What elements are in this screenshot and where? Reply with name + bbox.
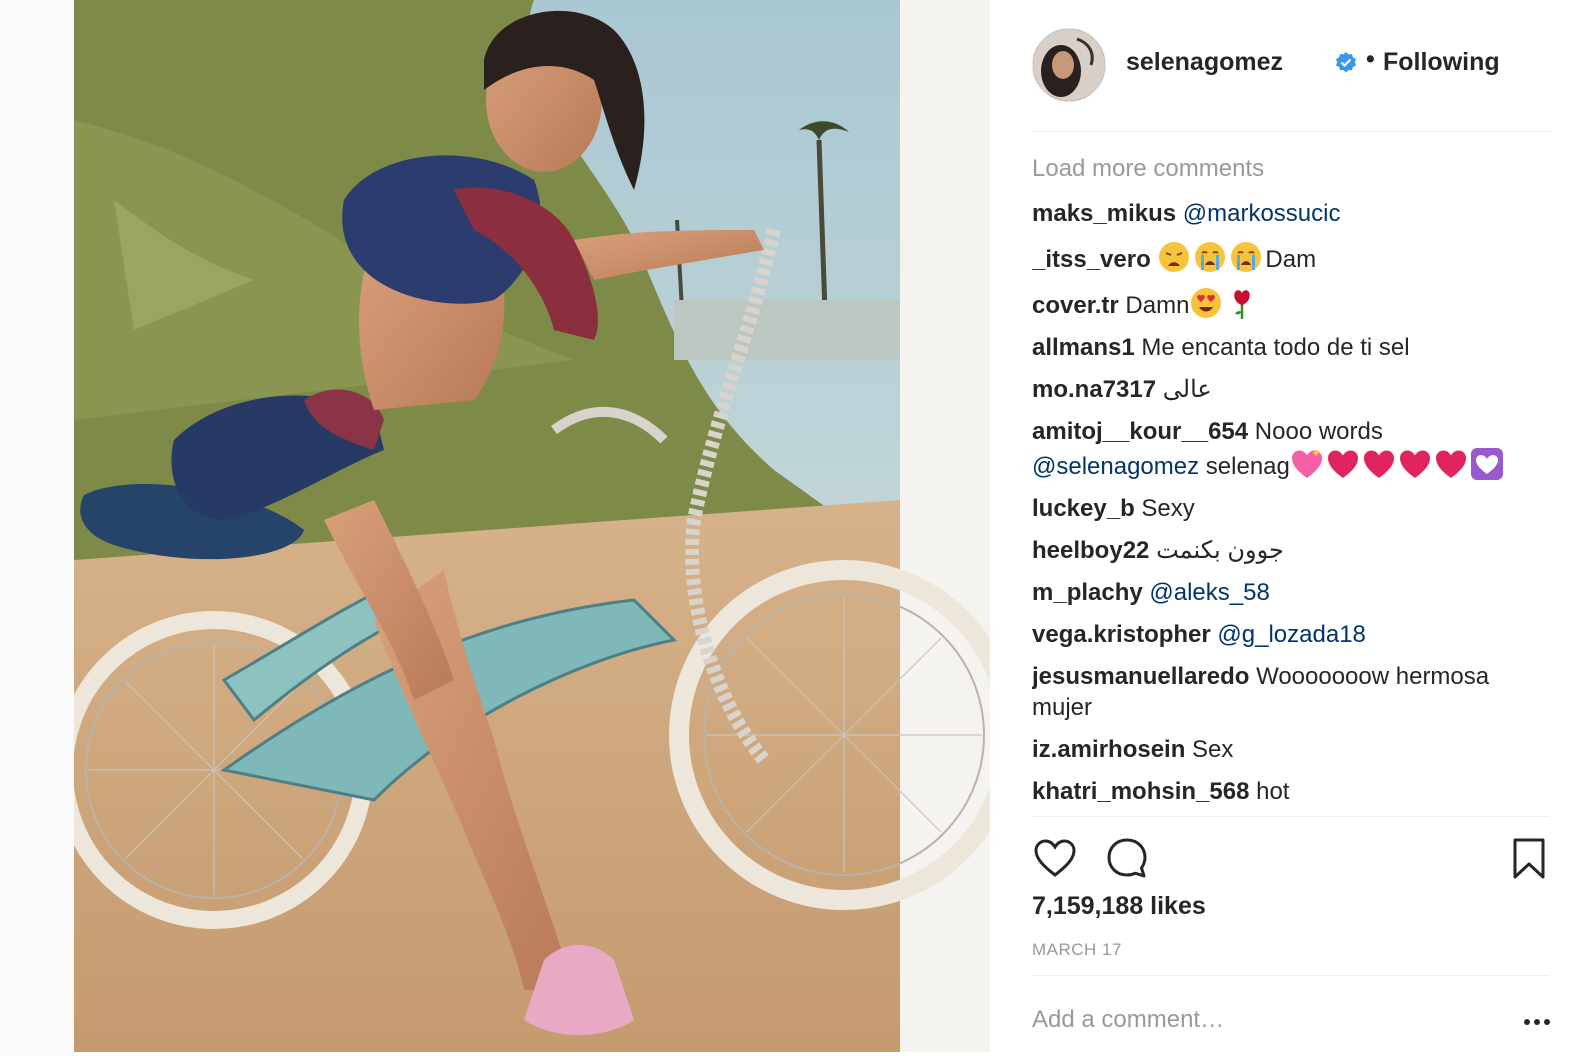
red-heart-emoji — [1399, 450, 1430, 478]
comment-text: hot — [1256, 778, 1290, 805]
bookmark-icon[interactable] — [1506, 836, 1552, 882]
comments-list: maks_mikus @markossucic _itss_vero Dam cov… — [1032, 198, 1552, 816]
comment-item: mo.na7317 عالی — [1032, 374, 1552, 405]
comment-item: m_plachy @aleks_58 — [1032, 577, 1552, 608]
comment-item: amitoj__kour__654 Nooo words @selenagome… — [1032, 416, 1552, 482]
verified-badge-icon — [1336, 52, 1356, 73]
heart-icon[interactable] — [1032, 836, 1078, 882]
comment-username[interactable]: m_plachy — [1032, 579, 1143, 606]
purple-heart-emoji — [1470, 448, 1503, 480]
more-options-icon[interactable] — [1522, 1012, 1552, 1032]
comment-text: Sexy — [1141, 495, 1195, 522]
comment-item: heelboy22 جوون بكنمت — [1032, 535, 1552, 566]
comment-item: luckey_b Sexy — [1032, 493, 1552, 524]
comment-username[interactable]: cover.tr — [1032, 292, 1119, 319]
comment-username[interactable]: allmans1 — [1032, 334, 1135, 361]
comment-mention-link[interactable]: @g_lozada18 — [1217, 621, 1365, 648]
weary-face-emoji — [1159, 242, 1190, 272]
comment-text: Damn — [1125, 292, 1190, 319]
comment-bubble-icon[interactable] — [1104, 836, 1150, 882]
comment-text: جوون بكنمت — [1156, 537, 1284, 564]
comment-item: jesusmanuellaredo Wooooooow hermosa muje… — [1032, 661, 1552, 723]
comment-mention-link[interactable]: @selenagomez — [1032, 453, 1199, 480]
following-button[interactable]: Following — [1383, 48, 1500, 77]
sparkling-heart-emoji — [1291, 449, 1322, 478]
post-photo[interactable] — [74, 0, 990, 1052]
load-more-comments-link[interactable]: Load more comments — [1032, 155, 1264, 183]
footer-divider — [1032, 975, 1550, 976]
post-photo-illustration — [74, 0, 990, 1052]
red-heart-emoji — [1363, 450, 1394, 478]
action-bar — [1032, 836, 1552, 884]
comment-username[interactable]: amitoj__kour__654 — [1032, 418, 1248, 445]
comments-divider — [1032, 816, 1550, 817]
comment-item: cover.tr Damn — [1032, 286, 1552, 321]
likes-count[interactable]: 7,159,188 likes — [1032, 892, 1206, 921]
comment-username[interactable]: iz.amirhosein — [1032, 736, 1185, 763]
comment-mention-link[interactable]: @markossucic — [1183, 200, 1341, 227]
avatar-image — [1033, 29, 1105, 101]
comment-username[interactable]: vega.kristopher — [1032, 621, 1211, 648]
post-header: selenagomez • Following — [1032, 28, 1572, 104]
comment-text: Nooo words — [1254, 418, 1383, 445]
comment-item: vega.kristopher @g_lozada18 — [1032, 619, 1552, 650]
comment-username[interactable]: khatri_mohsin_568 — [1032, 778, 1249, 805]
comment-username[interactable]: jesusmanuellaredo — [1032, 663, 1249, 690]
comment-text: Me encanta todo de ti sel — [1141, 334, 1410, 361]
comment-username[interactable]: maks_mikus — [1032, 200, 1176, 227]
heart-eyes-emoji — [1191, 288, 1222, 318]
comment-item: iz.amirhosein Sex — [1032, 734, 1552, 765]
comment-text: عالی — [1162, 376, 1212, 403]
crying-face-emoji — [1195, 242, 1226, 272]
comment-text: selenag — [1199, 453, 1290, 480]
comment-item: khatri_mohsin_568 hot — [1032, 776, 1552, 807]
comment-username[interactable]: heelboy22 — [1032, 537, 1149, 564]
header-separator: • — [1366, 45, 1375, 73]
rose-emoji — [1234, 290, 1251, 319]
comment-item: maks_mikus @markossucic — [1032, 198, 1552, 229]
red-heart-emoji — [1435, 450, 1466, 478]
comment-item: _itss_vero Dam — [1032, 240, 1552, 275]
comment-text: Sex — [1192, 736, 1234, 763]
comment-username[interactable]: luckey_b — [1032, 495, 1135, 522]
add-comment-input[interactable] — [1032, 1000, 1472, 1040]
comment-mention-link[interactable]: @aleks_58 — [1149, 579, 1269, 606]
avatar[interactable] — [1032, 28, 1106, 102]
author-username[interactable]: selenagomez — [1126, 48, 1283, 77]
crying-face-emoji — [1231, 242, 1262, 272]
red-heart-emoji — [1327, 450, 1358, 478]
comment-item: allmans1 Me encanta todo de ti sel — [1032, 332, 1552, 363]
left-gutter — [0, 0, 74, 1056]
comment-username[interactable]: mo.na7317 — [1032, 376, 1156, 403]
header-divider — [1032, 131, 1550, 132]
comment-username[interactable]: _itss_vero — [1032, 246, 1151, 273]
post-date[interactable]: MARCH 17 — [1032, 940, 1122, 960]
comment-text: Dam — [1265, 246, 1317, 273]
